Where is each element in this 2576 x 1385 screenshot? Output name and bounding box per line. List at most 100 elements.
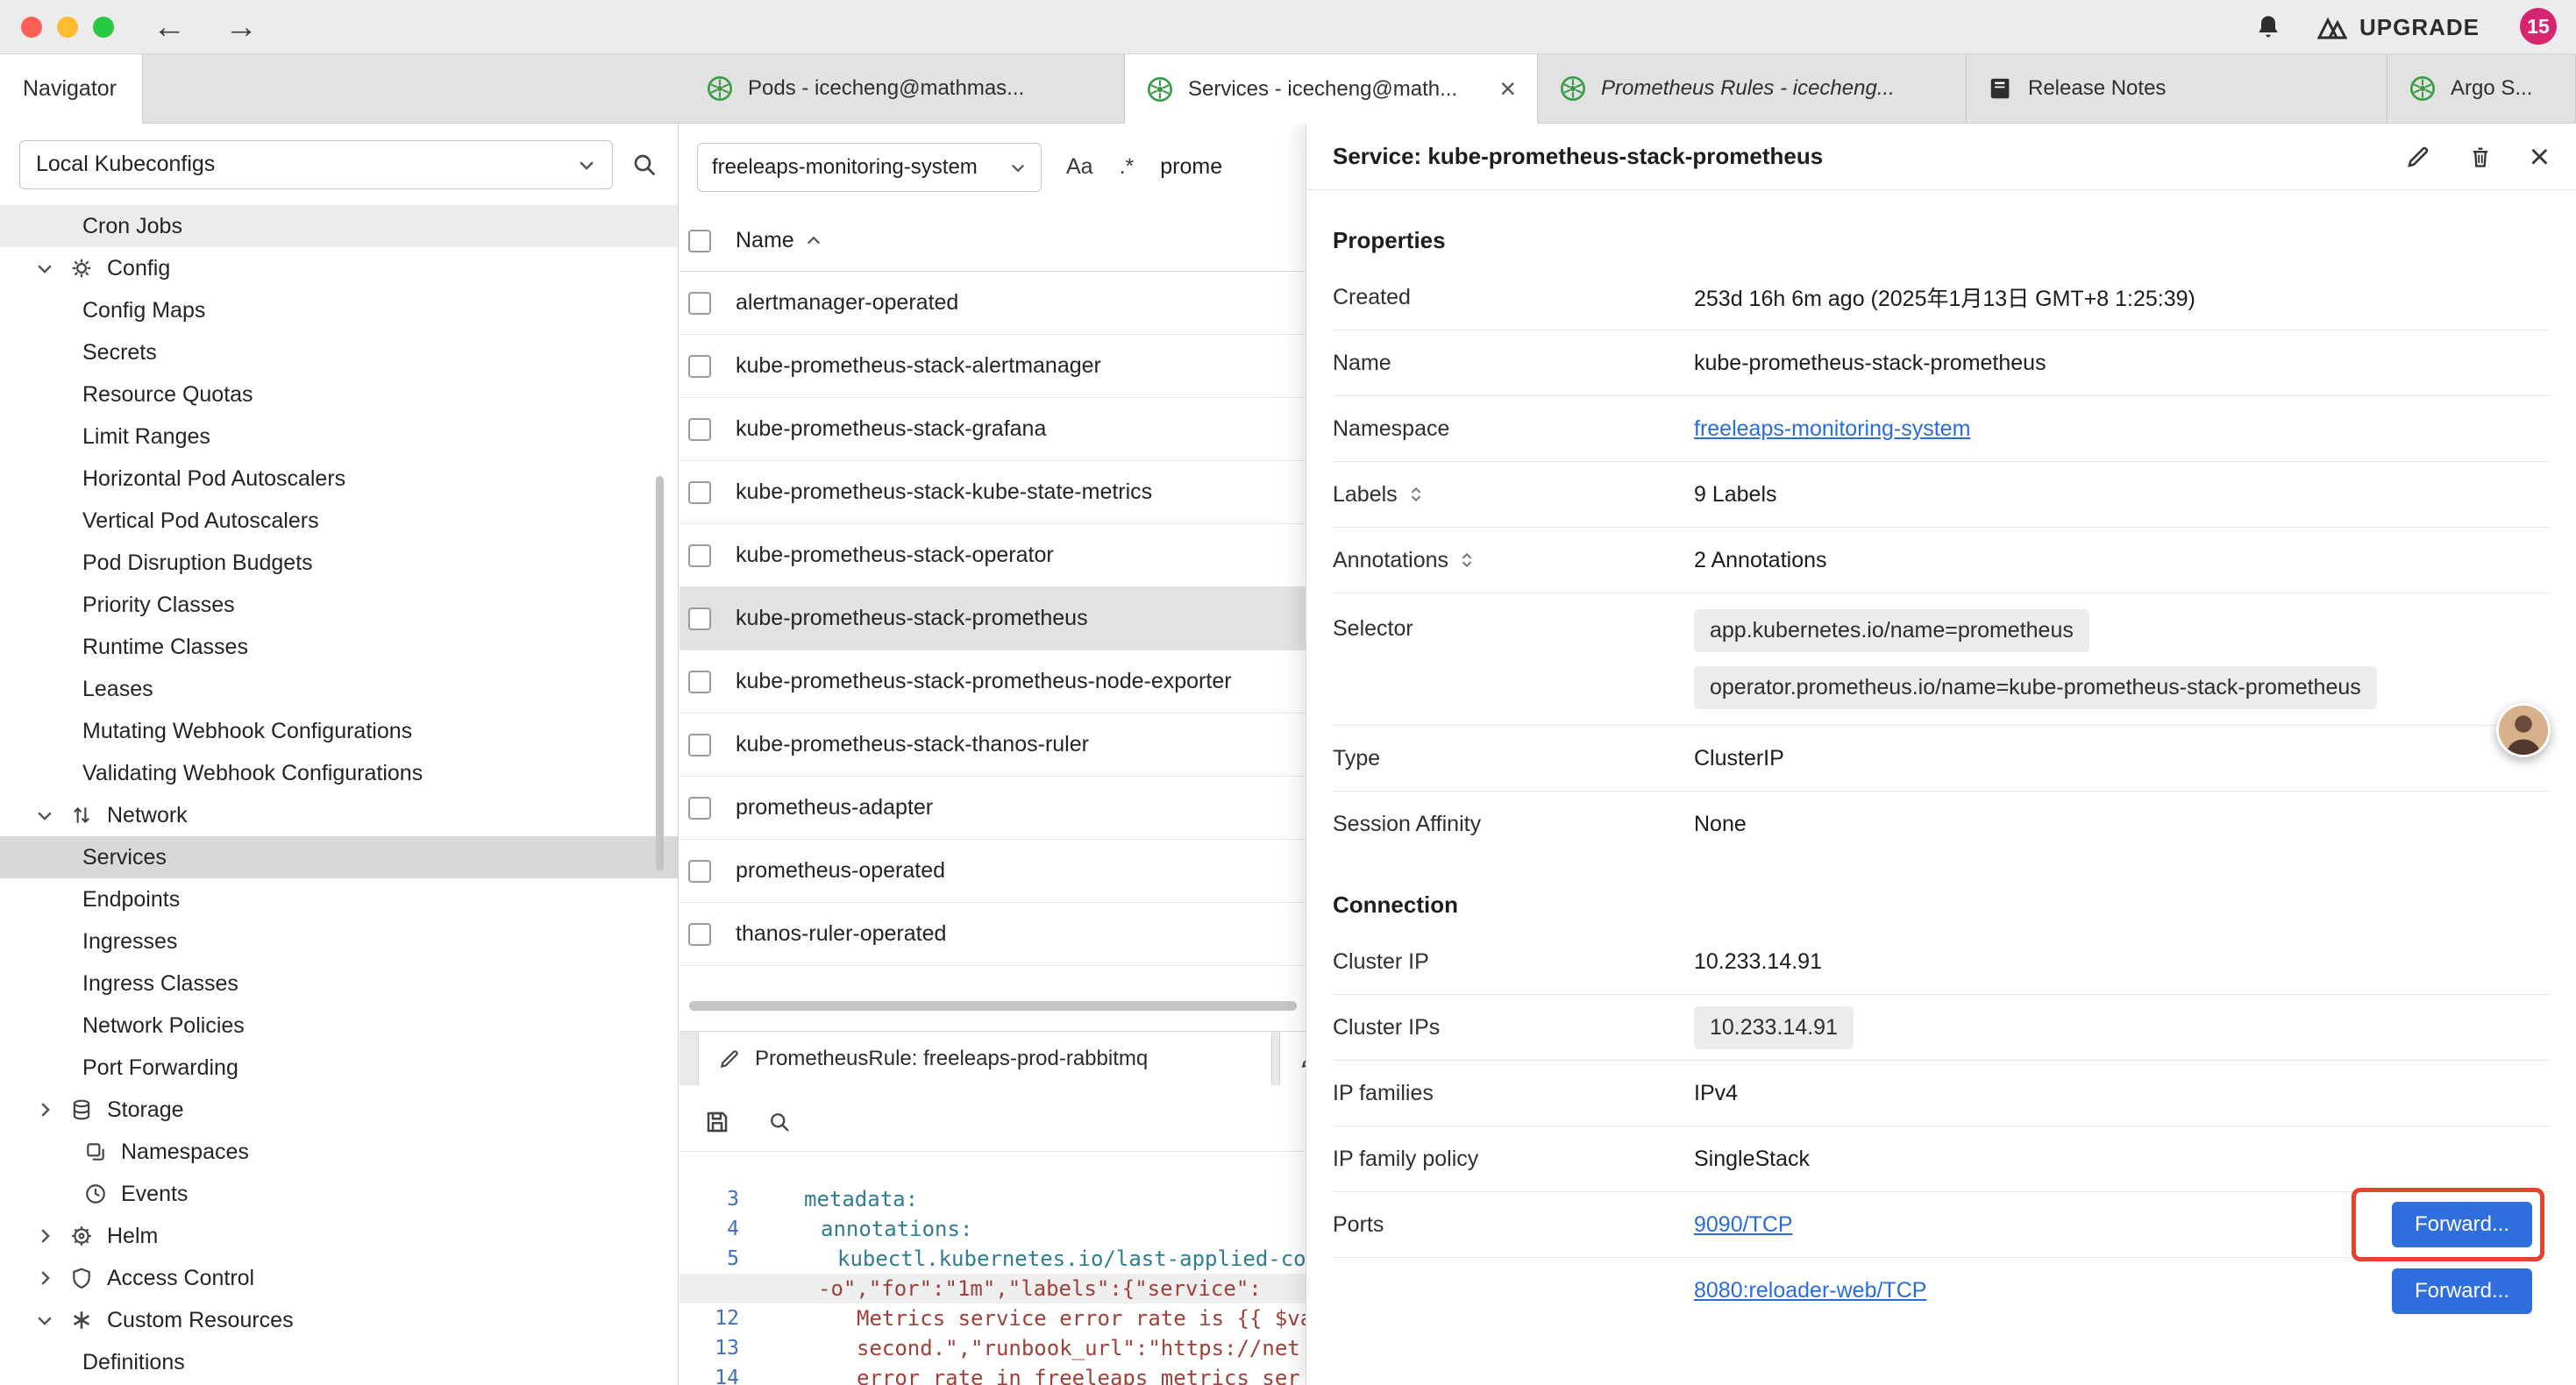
row-checkbox[interactable] [688,355,711,378]
upgrade-button[interactable]: UPGRADE [2317,14,2480,41]
sidebar-item-ingresses[interactable]: Ingresses [0,920,678,962]
tab-prometheus-rules[interactable]: Prometheus Rules - icecheng... [1538,54,1967,123]
bell-icon[interactable] [2254,13,2282,41]
notification-count-badge[interactable]: 15 [2520,8,2557,45]
editor-tab-label: PrometheusRule: freeleaps-prod-rabbitmq [755,1047,1148,1071]
sidebar-item-endpoints[interactable]: Endpoints [0,878,678,920]
sort-updown-icon[interactable] [1459,550,1475,571]
forward-button[interactable]: → [224,0,258,54]
tab-pods[interactable]: Pods - icecheng@mathmas... [685,54,1125,123]
row-checkbox[interactable] [688,671,711,693]
ip-family-policy-row: IP family policy SingleStack [1333,1126,2550,1192]
row-checkbox[interactable] [688,860,711,883]
chevron-down-icon [32,806,58,825]
sidebar-item-definitions[interactable]: Definitions [0,1341,678,1383]
regex-toggle[interactable]: .* [1120,154,1135,180]
sidebar-item-runtime-classes[interactable]: Runtime Classes [0,626,678,668]
kubeconfig-selector[interactable]: Local Kubeconfigs [19,140,613,189]
sidebar-item-network[interactable]: Network [0,794,678,836]
back-button[interactable]: ← [153,0,186,54]
editor-tab-prometheusrule[interactable]: PrometheusRule: freeleaps-prod-rabbitmq [698,1032,1272,1085]
search-input[interactable]: prome [1160,154,1222,180]
sidebar-item-storage[interactable]: Storage [0,1089,678,1131]
sidebar-item-horizontal-pod-autoscalers[interactable]: Horizontal Pod Autoscalers [0,458,678,500]
selector-chip: app.kubernetes.io/name=prometheus [1694,609,2089,652]
sidebar-item-pod-disruption-budgets[interactable]: Pod Disruption Budgets [0,542,678,584]
session-affinity-value: None [1694,812,1747,837]
sidebar-item-leases[interactable]: Leases [0,668,678,710]
tab-label: Release Notes [2028,76,2166,101]
search-icon[interactable] [767,1110,792,1134]
cluster-ips-row: Cluster IPs 10.233.14.91 [1333,995,2550,1061]
drawer-title: Service: kube-prometheus-stack-prometheu… [1333,143,1823,170]
sidebar-item-events[interactable]: Events [0,1173,678,1215]
match-case-toggle[interactable]: Aa [1066,154,1093,180]
sidebar-item-custom-resources[interactable]: Custom Resources [0,1299,678,1341]
sidebar-item-config-maps[interactable]: Config Maps [0,289,678,331]
sidebar-item-resource-quotas[interactable]: Resource Quotas [0,373,678,416]
sidebar-item-vertical-pod-autoscalers[interactable]: Vertical Pod Autoscalers [0,500,678,542]
sidebar-item-validating-webhook-configurations[interactable]: Validating Webhook Configurations [0,752,678,794]
navigator-panel-tab[interactable]: Navigator [0,54,143,124]
pencil-icon[interactable] [2405,144,2431,170]
sidebar-item-mutating-webhook-configurations[interactable]: Mutating Webhook Configurations [0,710,678,752]
pencil-icon [718,1048,741,1070]
sidebar-scrollbar[interactable] [656,476,664,870]
gear-icon [67,257,96,280]
sidebar-item-priority-classes[interactable]: Priority Classes [0,584,678,626]
name-value: kube-prometheus-stack-prometheus [1694,351,2046,376]
row-checkbox[interactable] [688,544,711,567]
zoom-window-button[interactable] [93,17,114,38]
save-icon[interactable] [704,1109,730,1135]
sidebar-item-access-control[interactable]: Access Control [0,1257,678,1299]
selector-chip: operator.prometheus.io/name=kube-prometh… [1694,666,2377,709]
sidebar-item-limit-ranges[interactable]: Limit Ranges [0,416,678,458]
tab-label: Services - icecheng@math... [1188,77,1457,102]
horizontal-scrollbar[interactable] [689,1001,1297,1011]
minimize-window-button[interactable] [57,17,78,38]
row-checkbox[interactable] [688,923,711,946]
row-checkbox[interactable] [688,418,711,441]
row-checkbox[interactable] [688,797,711,820]
row-checkbox[interactable] [688,292,711,315]
sidebar-item-cron-jobs[interactable]: Cron Jobs [0,205,678,247]
sort-updown-icon[interactable] [1408,484,1424,505]
forward-button[interactable]: Forward... [2392,1202,2532,1247]
annotations-value[interactable]: 2 Annotations [1694,548,1827,573]
type-row: Type ClusterIP [1333,726,2550,792]
sidebar-item-port-forwarding[interactable]: Port Forwarding [0,1047,678,1089]
row-checkbox[interactable] [688,607,711,630]
chevron-down-icon [32,259,58,278]
chevron-right-icon [32,1100,58,1119]
close-window-button[interactable] [21,17,42,38]
sidebar-item-network-policies[interactable]: Network Policies [0,1005,678,1047]
sidebar-item-config[interactable]: Config [0,247,678,289]
tab-services[interactable]: Services - icecheng@math... × [1125,54,1538,124]
labels-value[interactable]: 9 Labels [1694,482,1777,508]
sidebar-item-services[interactable]: Services [0,836,678,878]
port-link[interactable]: 8080:reloader-web/TCP [1694,1278,1926,1303]
namespace-filter-dropdown[interactable]: freeleaps-monitoring-system [697,143,1042,192]
search-icon[interactable] [630,151,658,179]
namespace-link[interactable]: freeleaps-monitoring-system [1694,416,1970,442]
tab-label: Argo S... [2451,76,2532,101]
sidebar-item-secrets[interactable]: Secrets [0,331,678,373]
tab-release-notes[interactable]: Release Notes [1967,54,2387,123]
name-column-header[interactable]: Name [736,228,794,253]
forward-button[interactable]: Forward... [2392,1268,2532,1314]
row-checkbox[interactable] [688,734,711,756]
close-icon[interactable]: × [1487,73,1516,105]
sidebar-item-ingress-classes[interactable]: Ingress Classes [0,962,678,1005]
sidebar-item-helm[interactable]: Helm [0,1215,678,1257]
row-checkbox[interactable] [688,481,711,504]
shield-icon [67,1267,96,1289]
sidebar-item-namespaces[interactable]: Namespaces [0,1131,678,1173]
tab-argo[interactable]: Argo S... [2387,54,2576,123]
select-all-checkbox[interactable] [688,230,711,252]
avatar[interactable] [2496,703,2551,757]
chevron-down-icon [1009,159,1027,176]
port-link[interactable]: 9090/TCP [1694,1212,1793,1238]
close-icon[interactable]: × [2530,139,2550,174]
trash-icon[interactable] [2468,144,2493,170]
selector-row: Selector app.kubernetes.io/name=promethe… [1333,593,2550,726]
